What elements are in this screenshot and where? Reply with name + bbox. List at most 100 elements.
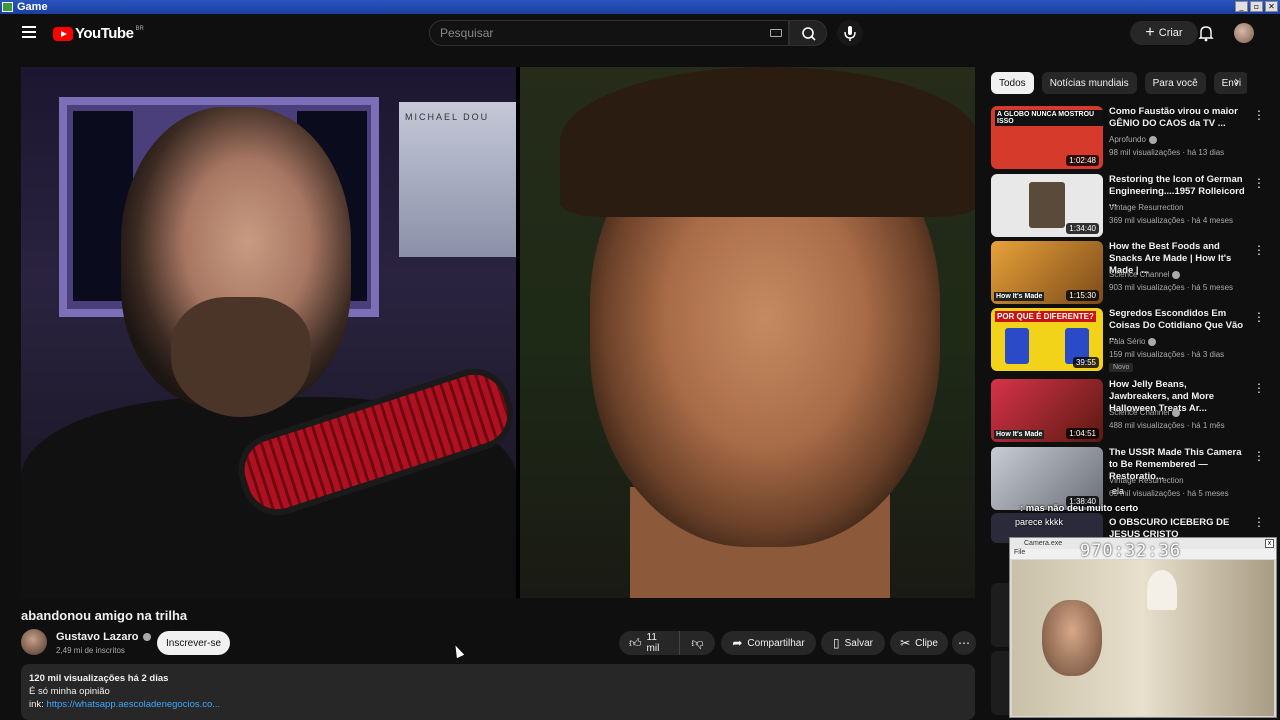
recommendation-channel[interactable]: Aprofundo [1109, 135, 1157, 144]
chevron-right-icon[interactable]: › [1234, 74, 1240, 90]
video-thumbnail[interactable]: How It's Made 1:04:51 [991, 379, 1103, 442]
recommendation-meta: 488 mil visualizações · há 1 mês [1109, 421, 1225, 430]
keyboard-icon[interactable] [770, 29, 782, 37]
recommendation-meta: 159 mil visualizações · há 3 dias [1109, 350, 1225, 359]
recommendation-channel[interactable]: Science Channel [1109, 408, 1181, 417]
more-vert-icon[interactable]: ⋮ [1253, 515, 1265, 529]
share-icon: ➦ [732, 636, 743, 650]
video-thumbnail[interactable]: 1:34:40 [991, 174, 1103, 237]
chip-world-news[interactable]: Notícias mundiais [1041, 72, 1137, 94]
like-button[interactable]: 👍︎ 11 mil [619, 631, 679, 655]
recommendation-channel[interactable]: Fala Sério [1109, 337, 1157, 346]
thumbs-down-icon: 👎︎ [691, 635, 704, 650]
close-button[interactable]: ✕ [1265, 1, 1278, 12]
chat-message: ela [1112, 486, 1125, 496]
recommendation-item[interactable]: How It's Made 1:15:30 How the Best Foods… [991, 241, 1269, 305]
link-prefix: ink: [29, 699, 47, 710]
recommendation-channel[interactable]: Science Channel [1109, 270, 1181, 279]
phone-image [1005, 328, 1029, 364]
recommendation-channel[interactable]: Vintage Resurrection [1109, 203, 1184, 212]
description-line: É só minha opinião [29, 686, 110, 697]
video-thumbnail[interactable]: How It's Made 1:15:30 [991, 241, 1103, 304]
thumbnail-text: How It's Made [994, 430, 1045, 439]
minimize-button[interactable]: _ [1235, 1, 1248, 12]
maximize-button[interactable]: ▫ [1250, 1, 1263, 12]
chip-sent[interactable]: Envi [1213, 72, 1247, 94]
menu-icon[interactable] [22, 26, 36, 38]
recommendation-item[interactable]: 1:34:40 Restoring the Icon of German Eng… [991, 174, 1269, 238]
video-thumbnail[interactable]: POR QUE É DIFERENTE? 39:55 [991, 308, 1103, 371]
app-icon [2, 2, 13, 12]
duration-badge: 1:15:30 [1066, 290, 1099, 301]
share-button[interactable]: ➦ Compartilhar [721, 631, 816, 655]
overlay-close-button[interactable]: x [1265, 539, 1274, 548]
thumbs-up-icon: 👍︎ [629, 635, 642, 650]
recommendation-channel[interactable]: Vintage Resurrection [1109, 476, 1184, 485]
save-label: Salvar [844, 637, 873, 649]
more-vert-icon[interactable]: ⋮ [1253, 381, 1265, 395]
video-thumbnail[interactable]: A GLOBO NUNCA MOSTROU ISSO 1:02:48 [991, 106, 1103, 169]
top-bar: YouTube BR + Criar [6, 14, 1274, 54]
recommendation-meta: 369 mil visualizações · há 4 meses [1109, 216, 1234, 225]
user-avatar[interactable] [1234, 23, 1254, 43]
logo-text: YouTube [75, 25, 134, 42]
duration-badge: 1:02:48 [1066, 155, 1099, 166]
country-code: BR [135, 25, 144, 32]
thumbnail-text: A GLOBO NUNCA MOSTROU ISSO [995, 110, 1103, 126]
channel-avatar[interactable] [21, 629, 47, 655]
mic-icon [844, 26, 856, 41]
search-icon [802, 27, 816, 41]
more-actions-button[interactable]: ⋯ [952, 631, 976, 655]
verified-icon [142, 633, 151, 641]
more-vert-icon[interactable]: ⋮ [1253, 310, 1265, 324]
recommendation-meta: 98 mil visualizações · há 13 dias [1109, 148, 1225, 157]
create-label: Criar [1158, 27, 1183, 39]
thumbnail-text: POR QUE É DIFERENTE? [995, 311, 1096, 322]
more-vert-icon[interactable]: ⋮ [1253, 449, 1265, 463]
more-vert-icon[interactable]: ⋮ [1253, 243, 1265, 257]
recommendation-item[interactable]: 1:38:40 The USSR Made This Camera to Be … [991, 447, 1269, 511]
video-player[interactable]: MICHAEL DOU [21, 67, 975, 598]
verified-icon [1172, 408, 1181, 417]
lamp-image [1147, 570, 1177, 610]
recommendation-item[interactable]: A GLOBO NUNCA MOSTROU ISSO 1:02:48 Como … [991, 106, 1269, 170]
filter-chips: Todos Notícias mundiais Para você Envi [991, 72, 1247, 94]
more-vert-icon[interactable]: ⋮ [1253, 108, 1265, 122]
voice-search-button[interactable] [837, 20, 863, 46]
chip-for-you[interactable]: Para você [1144, 72, 1206, 94]
youtube-logo[interactable]: YouTube BR [53, 25, 144, 42]
description-box[interactable]: 120 mil visualizações há 2 dias É só min… [21, 664, 975, 720]
thumbnail-text: How It's Made [994, 292, 1045, 301]
create-button[interactable]: + Criar [1130, 21, 1198, 45]
bell-icon [1198, 26, 1214, 42]
video-thumbnail[interactable]: 1:38:40 [991, 447, 1103, 510]
more-vert-icon[interactable]: ⋮ [1253, 176, 1265, 190]
channel-text: Aprofundo [1109, 135, 1146, 144]
recommendation-item[interactable]: How It's Made 1:04:51 How Jelly Beans, J… [991, 379, 1269, 443]
search-input[interactable] [440, 26, 740, 40]
description-link-line: ink: https://whatsapp.aescoladenegocios.… [29, 698, 967, 711]
person-hair [560, 67, 975, 217]
scissors-icon: ✂ [900, 636, 911, 650]
subscribe-button[interactable]: Inscrever-se [157, 631, 230, 655]
window-title: Game [17, 1, 48, 13]
chip-all[interactable]: Todos [991, 72, 1034, 94]
search-button[interactable] [789, 20, 827, 46]
poster-text: MICHAEL DOU [405, 112, 490, 122]
share-label: Compartilhar [747, 637, 805, 649]
channel-name-text: Gustavo Lazaro [56, 631, 139, 643]
notifications-button[interactable] [1196, 23, 1216, 43]
webcam-overlay-window[interactable]: Camera.exe x File 970:32:36 [1009, 537, 1277, 718]
duration-badge: 1:34:40 [1066, 223, 1099, 234]
video-title: abandonou amigo na trilha [21, 608, 188, 623]
dislike-button[interactable]: 👎︎ [679, 631, 715, 655]
channel-name[interactable]: Gustavo Lazaro [56, 631, 151, 643]
save-button[interactable]: ▯ Salvar [821, 631, 885, 655]
webcam-person [1042, 600, 1102, 676]
like-count: 11 mil [646, 632, 660, 654]
channel-text: Science Channel [1109, 408, 1170, 417]
recommendation-title[interactable]: Como Faustão virou o maior GÊNIO DO CAOS… [1109, 106, 1249, 130]
recommendation-item[interactable]: POR QUE É DIFERENTE? 39:55 Segredos Esco… [991, 308, 1269, 372]
clip-button[interactable]: ✂ Clipe [890, 631, 948, 655]
description-link[interactable]: https://whatsapp.aescoladenegocios.co... [46, 699, 220, 710]
